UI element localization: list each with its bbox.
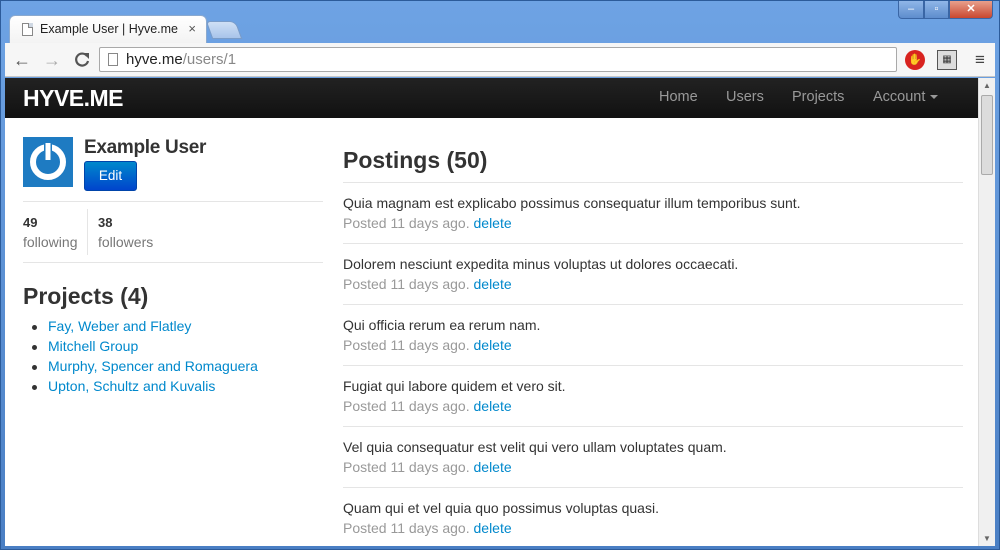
following-count[interactable]: 49 xyxy=(23,215,37,230)
posting-item: Vel quia consequatur est velit qui vero … xyxy=(343,426,963,487)
project-link[interactable]: Upton, Schultz and Kuvalis xyxy=(32,378,258,398)
nav-account-label: Account xyxy=(873,89,926,105)
posting-timestamp: Posted 11 days ago. xyxy=(343,520,470,536)
project-link[interactable]: Fay, Weber and Flatley xyxy=(32,318,258,338)
posting-timestamp: Posted 11 days ago. xyxy=(343,337,470,353)
delete-link[interactable]: delete xyxy=(474,520,512,536)
stats-separator xyxy=(87,209,88,255)
reload-icon[interactable] xyxy=(71,49,93,71)
scroll-down-icon[interactable]: ▼ xyxy=(983,534,991,543)
posting-content: Qui officia rerum ea rerum nam. xyxy=(343,317,541,333)
project-link[interactable]: Mitchell Group xyxy=(32,338,258,358)
posting-content: Quam qui et vel quia quo possimus volupt… xyxy=(343,500,659,516)
posting-meta: Posted 11 days ago. delete xyxy=(343,276,512,292)
minimize-button[interactable]: – xyxy=(898,1,924,19)
posting-meta: Posted 11 days ago. delete xyxy=(343,520,512,536)
posting-item: Qui officia rerum ea rerum nam. Posted 1… xyxy=(343,304,963,365)
forward-icon[interactable]: → xyxy=(41,49,63,71)
posting-timestamp: Posted 11 days ago. xyxy=(343,276,470,292)
page-viewport: HYVE.ME Home Users Projects Account Exam… xyxy=(5,78,995,546)
site-navbar: HYVE.ME Home Users Projects Account xyxy=(5,78,978,118)
followers-label[interactable]: followers xyxy=(98,234,153,250)
address-bar[interactable]: hyve.me/users/1 xyxy=(99,47,897,72)
posting-timestamp: Posted 11 days ago. xyxy=(343,215,470,231)
postings-title: Postings (50) xyxy=(343,147,488,173)
page-icon xyxy=(22,23,33,36)
project-link[interactable]: Murphy, Spencer and Romaguera xyxy=(32,358,258,378)
posting-timestamp: Posted 11 days ago. xyxy=(343,459,470,475)
tab-title: Example User | Hyve.me xyxy=(40,22,179,36)
url-host: hyve.me xyxy=(126,51,183,68)
project-list: Fay, Weber and Flatley Mitchell Group Mu… xyxy=(32,318,258,398)
posting-content: Vel quia consequatur est velit qui vero … xyxy=(343,439,727,455)
delete-link[interactable]: delete xyxy=(474,459,512,475)
projects-title: Projects (4) xyxy=(23,283,149,309)
vertical-scrollbar[interactable]: ▲ ▼ xyxy=(978,78,995,546)
nav-home[interactable]: Home xyxy=(659,89,698,105)
nav-users[interactable]: Users xyxy=(726,89,764,105)
posting-item: Quam qui et vel quia quo possimus volupt… xyxy=(343,487,963,546)
posting-meta: Posted 11 days ago. delete xyxy=(343,337,512,353)
maximize-button[interactable]: ▫ xyxy=(924,1,949,19)
posting-content: Fugiat qui labore quidem et vero sit. xyxy=(343,378,566,394)
delete-link[interactable]: delete xyxy=(474,337,512,353)
url-path: /users/1 xyxy=(182,51,237,68)
posting-item: Fugiat qui labore quidem et vero sit. Po… xyxy=(343,365,963,426)
followers-count[interactable]: 38 xyxy=(98,215,112,230)
following-label[interactable]: following xyxy=(23,234,77,250)
extension-icon[interactable]: ▦ xyxy=(937,50,957,70)
close-window-button[interactable]: ✕ xyxy=(949,1,993,19)
back-icon[interactable]: ← xyxy=(11,49,33,71)
browser-menu-icon[interactable]: ≡ xyxy=(971,50,989,70)
scroll-thumb[interactable] xyxy=(981,95,993,175)
nav-projects[interactable]: Projects xyxy=(792,89,844,105)
power-icon xyxy=(30,142,66,180)
nav-account-dropdown[interactable]: Account xyxy=(873,89,939,105)
posting-meta: Posted 11 days ago. delete xyxy=(343,215,512,231)
posting-content: Quia magnam est explicabo possimus conse… xyxy=(343,195,801,211)
new-tab-button[interactable] xyxy=(205,21,243,39)
stats-divider xyxy=(23,262,323,263)
scroll-up-icon[interactable]: ▲ xyxy=(983,81,991,90)
page-info-icon[interactable] xyxy=(108,53,118,66)
posting-timestamp: Posted 11 days ago. xyxy=(343,398,470,414)
user-name: Example User xyxy=(84,137,207,158)
caret-down-icon xyxy=(930,95,939,100)
posting-meta: Posted 11 days ago. delete xyxy=(343,398,512,414)
delete-link[interactable]: delete xyxy=(474,215,512,231)
posting-item: Quia magnam est explicabo possimus conse… xyxy=(343,182,963,243)
edit-button[interactable]: Edit xyxy=(84,161,137,191)
window-controls: – ▫ ✕ xyxy=(898,1,993,19)
tab-close-icon[interactable]: × xyxy=(188,21,196,36)
posting-item: Dolorem nesciunt expedita minus voluptas… xyxy=(343,243,963,304)
adblock-extension-icon[interactable]: ✋ xyxy=(905,50,925,70)
delete-link[interactable]: delete xyxy=(474,276,512,292)
posting-meta: Posted 11 days ago. delete xyxy=(343,459,512,475)
avatar xyxy=(23,137,73,187)
delete-link[interactable]: delete xyxy=(474,398,512,414)
browser-toolbar: ← → hyve.me/users/1 ✋ ▦ ≡ xyxy=(5,43,995,77)
reload-glyph xyxy=(75,52,90,67)
posting-content: Dolorem nesciunt expedita minus voluptas… xyxy=(343,256,739,272)
brand-logo[interactable]: HYVE.ME xyxy=(23,85,124,112)
browser-tab[interactable]: Example User | Hyve.me × xyxy=(9,15,207,43)
profile-divider xyxy=(23,201,323,202)
browser-window: Example User | Hyve.me × – ▫ ✕ ← → hyve.… xyxy=(0,0,1000,550)
